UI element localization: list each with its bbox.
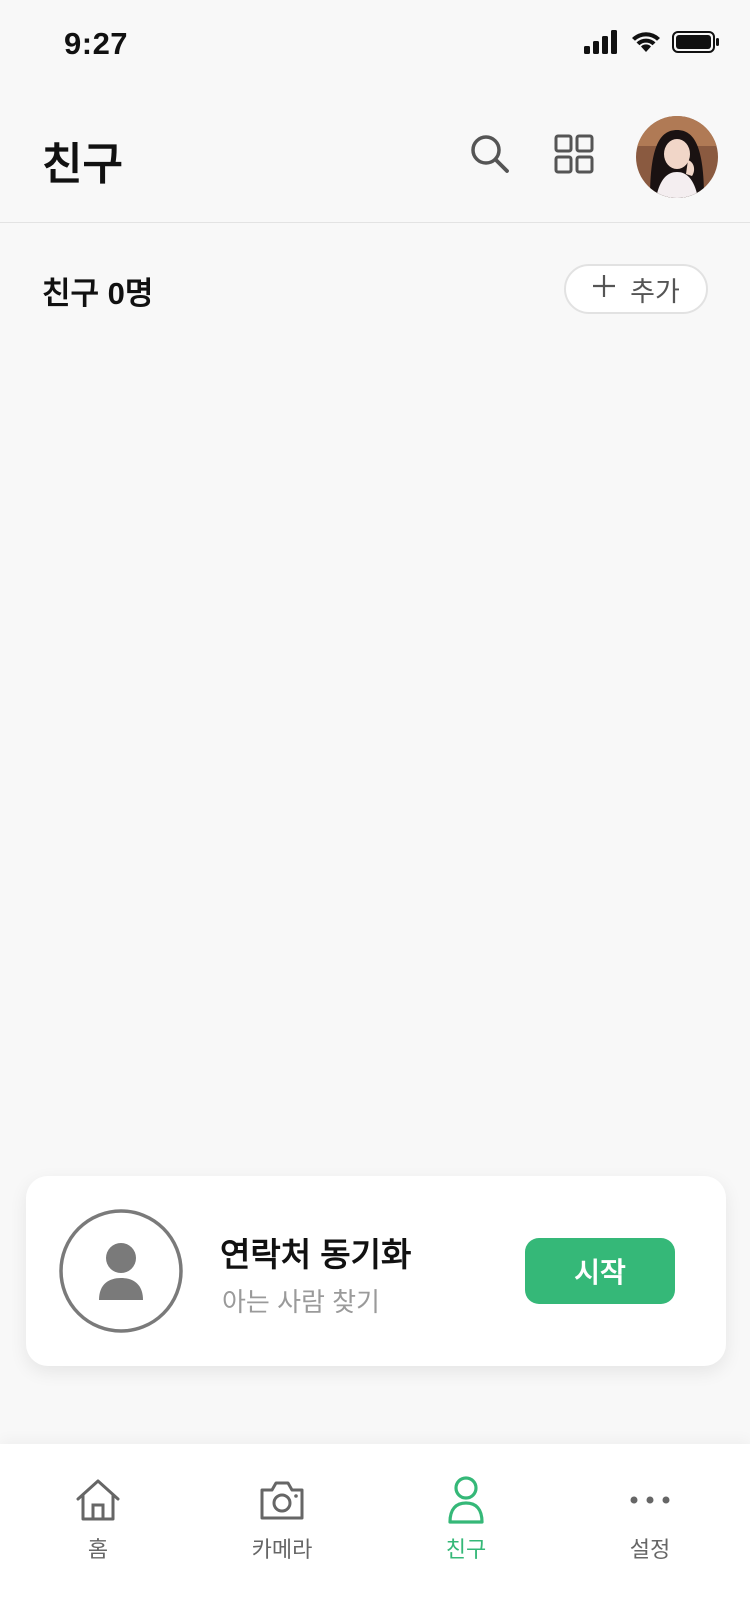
add-button-label: 추가 — [630, 276, 680, 307]
plus-icon — [592, 274, 616, 305]
add-friend-button[interactable]: 추가 — [564, 264, 708, 314]
contact-sync-card: 연락처 동기화 아는 사람 찾기 시작 — [26, 1176, 726, 1366]
tab-camera[interactable]: 카메라 — [222, 1474, 342, 1564]
search-button[interactable] — [466, 132, 514, 180]
tab-home[interactable]: 홈 — [38, 1474, 158, 1564]
more-dots-icon — [624, 1474, 676, 1526]
tab-friends-label: 친구 — [445, 1537, 487, 1562]
sync-card-subtitle: 아는 사람 찾기 — [222, 1287, 380, 1317]
start-sync-button[interactable]: 시작 — [525, 1238, 675, 1304]
profile-avatar[interactable] — [636, 116, 718, 198]
status-icons — [584, 30, 720, 59]
status-bar: 9:27 — [0, 0, 750, 92]
grid-view-button[interactable] — [550, 132, 598, 180]
tab-settings-label: 설정 — [629, 1537, 671, 1562]
tab-friends[interactable]: 친구 — [406, 1474, 526, 1564]
page-title: 친구 — [42, 140, 123, 189]
sync-card-title: 연락처 동기화 — [220, 1236, 412, 1273]
status-time: 9:27 — [64, 26, 129, 61]
contact-person-icon — [58, 1208, 184, 1334]
home-icon — [72, 1474, 124, 1526]
tab-settings[interactable]: 설정 — [590, 1474, 710, 1564]
header: 친구 — [0, 92, 750, 223]
grid-icon — [553, 133, 595, 180]
camera-icon — [256, 1474, 308, 1526]
friends-screen: 9:27 친구 친구 0명 추가 연락처 동기화 아는 사람 찾기 시작 홈 카… — [0, 0, 750, 1624]
tab-camera-label: 카메라 — [251, 1537, 313, 1562]
person-icon — [440, 1474, 492, 1526]
profile-photo — [636, 116, 718, 198]
wifi-icon — [630, 30, 662, 59]
friends-count-title: 친구 0명 — [42, 276, 154, 311]
bottom-tab-bar: 홈 카메라 친구 설정 — [0, 1444, 750, 1624]
battery-icon — [672, 30, 720, 59]
cellular-signal-icon — [584, 30, 620, 59]
search-icon — [469, 133, 511, 180]
tab-home-label: 홈 — [87, 1537, 109, 1562]
